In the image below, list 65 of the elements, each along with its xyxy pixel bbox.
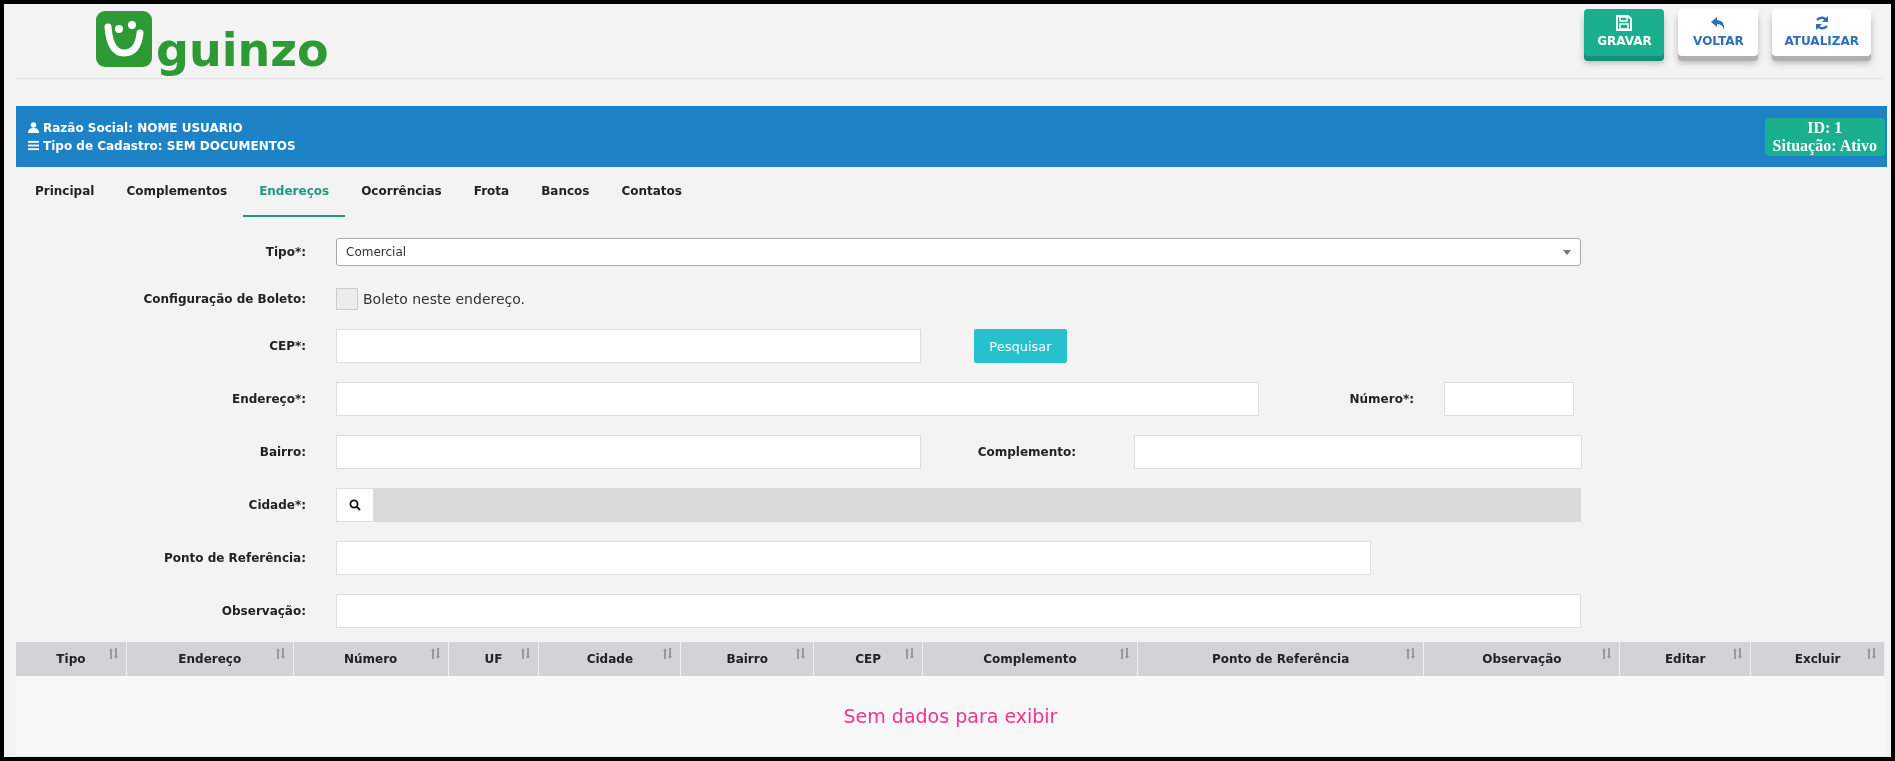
sort-icon [796, 648, 806, 659]
field-label: Complemento: [976, 445, 1076, 459]
tab[interactable]: Ocorrências [345, 167, 458, 217]
column-header[interactable]: Complemento [923, 642, 1138, 676]
tab[interactable]: Contatos [605, 167, 698, 217]
record-id: ID: 1 [1806, 118, 1844, 137]
field-label: Cidade*: [247, 498, 306, 512]
sort-icon [905, 648, 914, 659]
notes-field[interactable] [336, 594, 1581, 628]
search-button[interactable] [336, 488, 374, 522]
user-icon [28, 122, 39, 133]
save-icon [1616, 15, 1633, 31]
sort-icon [663, 648, 673, 659]
field-label: Tipo*: [264, 245, 306, 259]
field-label: CEP*: [268, 339, 306, 353]
sort-icon [521, 648, 531, 659]
field-label: Configuração de Boleto: [142, 292, 306, 306]
reply-arrow-icon [1710, 15, 1727, 31]
tab[interactable]: Bancos [525, 167, 606, 217]
checkbox-label: Boleto neste endereço. [363, 291, 526, 307]
column-header[interactable]: Observação [1424, 642, 1621, 676]
column-header[interactable]: Excluir [1751, 642, 1885, 676]
refresh-icon [1813, 15, 1830, 31]
column-header[interactable]: Editar [1620, 642, 1752, 676]
menu-icon [28, 140, 39, 151]
complement-field[interactable] [1134, 435, 1582, 469]
column-header[interactable]: CEP [814, 642, 923, 676]
tab[interactable]: Complementos [110, 167, 244, 217]
field-label: Bairro: [258, 445, 306, 459]
smiley-logo-icon [96, 11, 152, 67]
city-lookup-field[interactable] [336, 488, 1581, 522]
column-header[interactable]: UF [448, 642, 540, 676]
checkbox[interactable] [336, 288, 358, 310]
sort-icon [108, 648, 118, 659]
registration-type: Tipo de Cadastro: SEM DOCUMENTOS [43, 138, 296, 153]
field-label: Ponto de Referência: [162, 551, 306, 565]
sort-icon [1602, 648, 1612, 659]
search-icon [349, 499, 361, 511]
column-header[interactable]: Número [293, 642, 449, 676]
caret-down-icon [1563, 249, 1571, 255]
column-header[interactable]: Endereço [126, 642, 294, 676]
type-dropdown[interactable]: Comercial [336, 238, 1581, 266]
empty-message: Sem dados para exibir [843, 705, 1058, 727]
company-name: Razão Social: NOME USUARIO [43, 120, 243, 135]
tab[interactable]: Frota [457, 167, 526, 217]
sort-icon [1733, 648, 1743, 659]
address-field[interactable] [336, 382, 1259, 416]
tab[interactable]: Principal [19, 167, 111, 217]
cep-field[interactable] [336, 329, 921, 363]
column-header[interactable]: Tipo [16, 642, 127, 676]
neighborhood-field[interactable] [336, 435, 921, 469]
number-field[interactable] [1444, 382, 1574, 416]
sort-icon [1406, 648, 1416, 659]
sort-icon [430, 648, 440, 659]
column-header[interactable]: Ponto de Referência [1137, 642, 1425, 676]
sort-icon [1867, 648, 1876, 659]
field-label: Observação: [220, 604, 306, 618]
column-header[interactable]: Cidade [539, 642, 682, 676]
record-status: Situação: Ativo [1772, 136, 1877, 155]
sort-icon [1119, 648, 1129, 659]
column-header[interactable]: Bairro [681, 642, 815, 676]
sort-icon [275, 648, 285, 659]
field-label: Endereço*: [231, 392, 306, 406]
field-label: Número*: [1348, 392, 1414, 406]
reference-field[interactable] [336, 541, 1371, 575]
